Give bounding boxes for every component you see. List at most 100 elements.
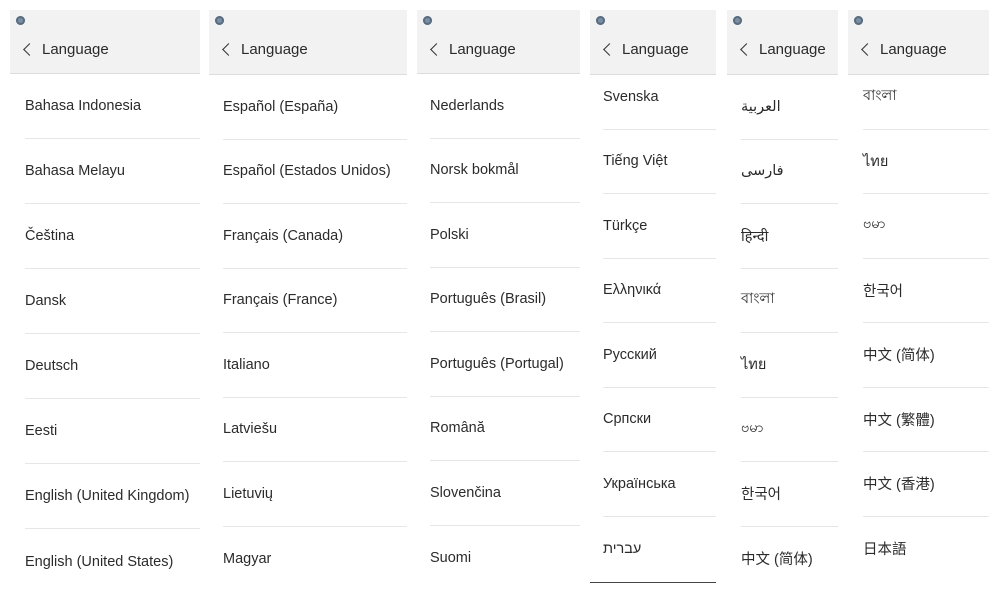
language-item[interactable]: Français (Canada) xyxy=(223,204,407,269)
language-item[interactable]: ไทย xyxy=(863,130,989,194)
language-label: 한국어 xyxy=(741,487,782,504)
language-item[interactable]: Norsk bokmål xyxy=(430,139,580,203)
back-button[interactable]: Language xyxy=(739,41,826,58)
back-button[interactable]: Language xyxy=(221,41,308,58)
notification-dot-icon xyxy=(215,16,224,25)
language-item[interactable]: Čeština xyxy=(25,204,200,269)
page-title: Language xyxy=(42,41,109,58)
language-list: Español (España) Español (Estados Unidos… xyxy=(209,75,407,590)
language-label: Nederlands xyxy=(430,97,505,114)
language-screen-2: Language Español (España) Español (Estad… xyxy=(209,10,407,590)
language-label: Svenska xyxy=(603,88,659,105)
language-label: English (United Kingdom) xyxy=(25,488,190,504)
language-item[interactable]: Српски xyxy=(603,388,716,452)
language-label: ဗမာ xyxy=(741,419,764,436)
language-list: বাংলা ไทย ဗမာ 한국어 中文 (简体) 中文 (繁體) 中文 (香港… xyxy=(848,65,989,581)
language-item[interactable]: ไทย xyxy=(741,333,838,398)
language-item[interactable]: العربية xyxy=(741,75,838,140)
language-item[interactable]: 中文 (简体) xyxy=(863,323,989,388)
language-item[interactable]: Magyar xyxy=(223,527,407,591)
language-label: Русский xyxy=(603,346,657,363)
language-label: Magyar xyxy=(223,550,272,567)
language-item[interactable]: Slovenčina xyxy=(430,461,580,526)
language-item[interactable]: Eesti xyxy=(25,399,200,464)
page-title: Language xyxy=(622,41,689,58)
language-item[interactable]: Português (Portugal) xyxy=(430,332,580,397)
page-title: Language xyxy=(759,41,826,58)
language-label: Dansk xyxy=(25,293,67,309)
language-item[interactable]: Português (Brasil) xyxy=(430,268,580,332)
chevron-left-icon xyxy=(861,43,874,56)
language-item[interactable]: Русский xyxy=(603,323,716,388)
language-item[interactable]: فارسی xyxy=(741,140,838,204)
language-item[interactable]: Українська xyxy=(603,452,716,517)
language-label: Español (Estados Unidos) xyxy=(223,163,391,180)
header-bar: Language xyxy=(209,10,407,75)
language-label: Polski xyxy=(430,226,469,243)
chevron-left-icon xyxy=(603,43,616,56)
language-item[interactable]: Français (France) xyxy=(223,269,407,333)
language-label: Tiếng Việt xyxy=(603,153,668,170)
language-item[interactable]: বাংলা xyxy=(863,65,989,130)
language-label: עברית xyxy=(603,540,642,557)
language-item[interactable]: Latviešu xyxy=(223,398,407,462)
language-item[interactable]: বাংলা xyxy=(741,269,838,333)
language-item[interactable]: 한국어 xyxy=(741,462,838,527)
chevron-left-icon xyxy=(23,43,36,56)
language-item[interactable]: 中文 (香港) xyxy=(863,452,989,517)
language-label: Čeština xyxy=(25,228,75,244)
language-item[interactable]: Svenska xyxy=(603,65,716,130)
language-label: 日本語 xyxy=(863,542,907,559)
language-item[interactable]: Suomi xyxy=(430,526,580,591)
language-item[interactable]: Italiano xyxy=(223,333,407,398)
language-label: Português (Brasil) xyxy=(430,291,547,308)
language-item[interactable]: 日本語 xyxy=(863,517,989,582)
language-item[interactable]: 한국어 xyxy=(863,259,989,323)
language-item[interactable]: Polski xyxy=(430,203,580,268)
language-label: فارسی xyxy=(741,163,784,180)
language-label: 中文 (香港) xyxy=(863,477,935,494)
language-item[interactable]: Dansk xyxy=(25,269,200,334)
language-item[interactable]: Tiếng Việt xyxy=(603,130,716,194)
language-item[interactable]: Bahasa Melayu xyxy=(25,139,200,204)
language-item[interactable]: עברית xyxy=(603,517,716,582)
language-item[interactable]: Türkçe xyxy=(603,194,716,259)
back-button[interactable]: Language xyxy=(429,41,516,58)
language-item[interactable]: हिन्दी xyxy=(741,204,838,269)
language-item[interactable]: English (United Kingdom) xyxy=(25,464,200,529)
language-item[interactable]: Română xyxy=(430,397,580,461)
notification-dot-icon xyxy=(854,16,863,25)
language-item[interactable]: ဗမာ xyxy=(741,398,838,462)
language-label: 中文 (简体) xyxy=(741,552,813,569)
language-label: Italiano xyxy=(223,356,270,373)
back-button[interactable]: Language xyxy=(22,41,109,58)
back-button[interactable]: Language xyxy=(602,41,689,58)
language-screen-6: Language বাংলা ไทย ဗမာ 한국어 中文 (简体) 中文 (繁… xyxy=(848,10,989,585)
language-item[interactable]: Español (Estados Unidos) xyxy=(223,140,407,204)
language-item[interactable]: Deutsch xyxy=(25,334,200,399)
notification-dot-icon xyxy=(733,16,742,25)
language-label: Español (España) xyxy=(223,98,339,115)
language-item[interactable]: Bahasa Indonesia xyxy=(25,74,200,139)
language-item[interactable]: Lietuvių xyxy=(223,462,407,527)
header-bar: Language xyxy=(10,10,200,74)
language-label: Bahasa Indonesia xyxy=(25,98,142,114)
language-list: Nederlands Norsk bokmål Polski Português… xyxy=(417,74,580,590)
notification-dot-icon xyxy=(423,16,432,25)
language-label: Српски xyxy=(603,411,652,428)
language-item[interactable]: Ελληνικά xyxy=(603,259,716,323)
language-item[interactable]: 中文 (繁體) xyxy=(863,388,989,452)
language-item[interactable]: ဗမာ xyxy=(863,194,989,259)
language-label: Eesti xyxy=(25,423,58,439)
language-item[interactable]: 中文 (简体) xyxy=(741,527,838,591)
language-label: Ελληνικά xyxy=(603,282,662,299)
language-label: 한국어 xyxy=(863,283,904,300)
back-button[interactable]: Language xyxy=(860,41,947,58)
language-item[interactable]: Español (España) xyxy=(223,75,407,140)
language-item[interactable]: Nederlands xyxy=(430,74,580,139)
language-screen-3: Language Nederlands Norsk bokmål Polski … xyxy=(417,10,580,590)
language-list: Bahasa Indonesia Bahasa Melayu Čeština D… xyxy=(10,74,200,594)
language-label: हिन्दी xyxy=(741,228,769,245)
language-label: Slovenčina xyxy=(430,484,501,501)
language-item[interactable]: English (United States) xyxy=(25,529,200,594)
